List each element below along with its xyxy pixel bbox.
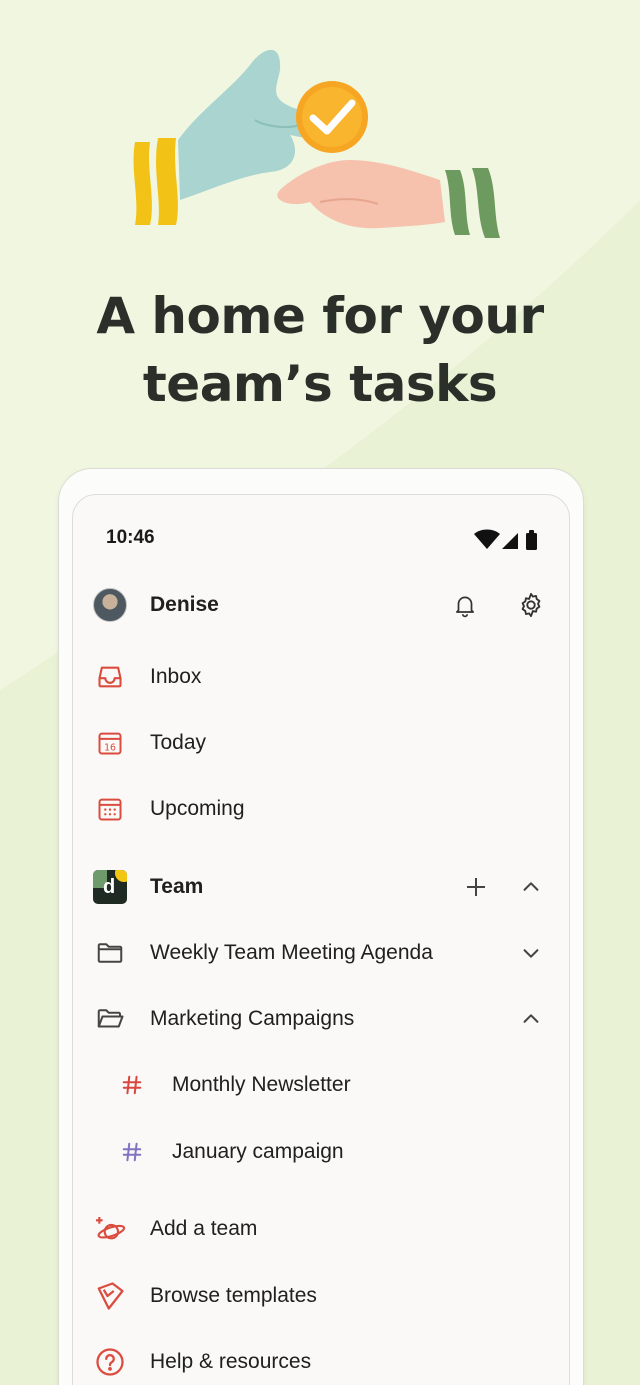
folder-icon [90,933,130,973]
headline-line-1: A home for your [96,287,544,345]
sidebar-item-label: Browse templates [150,1284,317,1307]
sidebar-item-label: Inbox [150,665,202,688]
team-logo: d [93,870,127,904]
calendar-today-icon: 16 [90,723,130,763]
status-icons [474,529,537,550]
hash-icon [112,1065,152,1105]
bell-icon[interactable] [447,587,483,623]
profile-name: Denise [150,593,219,616]
sidebar-item-upcoming[interactable]: Upcoming [90,784,560,834]
sidebar-item-today[interactable]: 16 Today [90,718,560,768]
sidebar-item-label: Upcoming [150,797,245,820]
signal-icon [502,533,518,549]
help-resources-link[interactable]: Help & resources [90,1337,560,1385]
sidebar-item-label: Today [150,731,207,754]
project-marketing-campaigns[interactable]: Marketing Campaigns [90,994,560,1044]
page-headline: A home for your team’s tasks [0,282,640,418]
avatar[interactable] [93,588,127,622]
folder-open-icon [90,999,130,1039]
plus-icon [467,878,485,896]
channel-monthly-newsletter[interactable]: Monthly Newsletter [112,1060,582,1110]
calendar-upcoming-icon [90,789,130,829]
headline-line-2: team’s tasks [142,355,498,413]
svg-text:16: 16 [104,743,116,754]
chevron-down-icon[interactable] [513,935,549,971]
gear-icon[interactable] [513,587,549,623]
project-label: Weekly Team Meeting Agenda [150,941,433,964]
channel-january-campaign[interactable]: January campaign [112,1127,582,1177]
chevron-up-icon[interactable] [513,869,549,905]
profile-row[interactable]: Denise [90,580,560,630]
add-team-link[interactable]: Add a team [90,1204,560,1254]
channel-label: Monthly Newsletter [172,1073,351,1096]
sidebar-item-inbox[interactable]: Inbox [90,652,560,702]
team-header[interactable]: d Team [90,862,560,912]
project-weekly-team-meeting-agenda[interactable]: Weekly Team Meeting Agenda [90,928,560,978]
channel-label: January campaign [172,1140,344,1163]
wifi-icon [474,529,500,549]
browse-templates-link[interactable]: Browse templates [90,1271,560,1321]
hash-icon [112,1132,152,1172]
help-icon [90,1342,130,1382]
team-name: Team [150,875,204,898]
add-project-button[interactable] [458,869,494,905]
templates-icon [90,1276,130,1316]
project-label: Marketing Campaigns [150,1007,355,1030]
sidebar-item-label: Help & resources [150,1350,312,1373]
status-time: 10:46 [106,527,155,548]
planet-plus-icon [90,1209,130,1249]
inbox-icon [90,657,130,697]
battery-icon [526,530,537,550]
chevron-up-icon[interactable] [513,1001,549,1037]
sidebar-item-label: Add a team [150,1217,258,1240]
hands-checkmark-illustration [133,49,500,238]
